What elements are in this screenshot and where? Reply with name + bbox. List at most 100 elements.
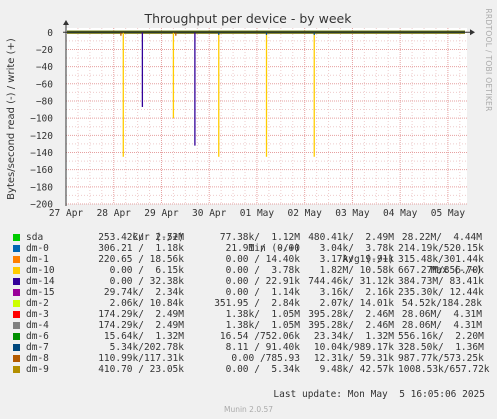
legend-max: 54.52k/184.28k <box>401 298 482 309</box>
legend-row: dm-6 15.64k/ 1.32M 16.54 /752.06k 23.34k/ 1… <box>12 331 492 342</box>
legend-min: 16.54 /752.06k <box>219 331 300 342</box>
legend-swatch <box>13 256 20 263</box>
x-tick-label: 02 May <box>288 208 323 219</box>
x-tick-label: 01 May <box>240 208 275 219</box>
legend-cur: 5.34k/202.78k <box>109 342 184 353</box>
x-tick-label: 04 May <box>383 208 418 219</box>
legend-row: dm-7 5.34k/202.78k 8.11 / 91.40k 10.04k/989… <box>12 342 492 353</box>
legend-swatch <box>13 245 20 252</box>
legend-name: dm-0 <box>26 243 49 254</box>
legend-swatch <box>13 278 20 285</box>
y-tick-label: −60 <box>36 79 53 90</box>
legend-cur: 306.21 / 1.18k <box>98 243 184 254</box>
legend-row: dm-2 2.06k/ 10.84k 351.95 / 2.84k 2.07k/ 14… <box>12 298 492 309</box>
legend-min: 0.00 / 1.14k <box>225 287 300 298</box>
x-tick-label: 27 Apr <box>49 208 84 219</box>
legend-cur: 110.99k/117.31k <box>98 353 184 364</box>
legend-avg: 3.16k/ 2.16k <box>319 287 394 298</box>
y-axis-label: Bytes/second read (-) / write (+) <box>6 38 17 200</box>
legend-cur: 253.42k/ 2.52M <box>98 232 184 243</box>
y-tick-label: 0 <box>47 28 53 39</box>
y-tick-label: −40 <box>36 62 53 73</box>
legend-avg: 395.28k/ 2.46M <box>308 309 394 320</box>
y-tick-label: −20 <box>36 45 53 56</box>
legend-name: dm-7 <box>26 342 49 353</box>
legend-max: 28.06M/ 4.31M <box>401 309 482 320</box>
legend-min: 0.00 / 5.34k <box>225 364 300 375</box>
legend-name: dm-1 <box>26 254 49 265</box>
legend-avg: 2.07k/ 14.01k <box>319 298 394 309</box>
legend-max: 1008.53k/657.72k <box>398 364 490 375</box>
x-tick-label: 03 May <box>335 208 370 219</box>
legend-min: 1.38k/ 1.05M <box>225 309 300 320</box>
legend-name: dm-15 <box>26 287 55 298</box>
legend-name: dm-2 <box>26 298 49 309</box>
legend-name: dm-4 <box>26 320 49 331</box>
legend-row: dm-15 29.74k/ 2.34k 0.00 / 1.14k 3.16k/ 2.1… <box>12 287 492 298</box>
rrdtool-side-label: RRDTOOL / TOBI OETIKER <box>484 8 493 111</box>
legend-row: dm-0 306.21 / 1.18k 21.91 / 0.00 3.04k/ 3.7… <box>12 243 492 254</box>
legend-row: dm-3 174.29k/ 2.49M 1.38k/ 1.05M 395.28k/ 2… <box>12 309 492 320</box>
legend-row: dm-8 110.99k/117.31k 0.00 /785.93 12.31k/ 5… <box>12 353 492 364</box>
legend-min: 0.00 / 22.91k <box>225 276 300 287</box>
legend-max: 315.48k/301.44k <box>398 254 484 265</box>
legend-avg: 1.82M/ 10.58k <box>319 265 394 276</box>
legend-swatch <box>13 355 20 362</box>
legend-name: dm-8 <box>26 353 49 364</box>
legend-min: 0.00 / 14.40k <box>225 254 300 265</box>
y-tick-label: −180 <box>30 182 53 193</box>
x-tick-label: 05 May <box>431 208 466 219</box>
y-tick-label: −160 <box>30 165 53 176</box>
legend-row: dm-9 410.70 / 23.05k 0.00 / 5.34k 9.48k/ 42… <box>12 364 492 375</box>
legend-row: dm-4 174.29k/ 2.49M 1.38k/ 1.05M 395.28k/ 2… <box>12 320 492 331</box>
legend-avg: 744.46k/ 31.12k <box>308 276 394 287</box>
legend-avg: 3.17k/ 19.91k <box>319 254 394 265</box>
legend-swatch <box>13 322 20 329</box>
legend-cur: 174.29k/ 2.49M <box>98 309 184 320</box>
x-axis-arrow <box>470 29 475 36</box>
legend-row: dm-1 220.65 / 18.56k 0.00 / 14.40k 3.17k/ 1… <box>12 254 492 265</box>
y-tick-label: −120 <box>30 131 53 142</box>
chart-title: Throughput per device - by week <box>144 11 353 26</box>
legend-cur: 220.65 / 18.56k <box>98 254 184 265</box>
legend-avg: 395.28k/ 2.46M <box>308 320 394 331</box>
y-tick-label: −140 <box>30 148 53 159</box>
legend-min: 21.91 / 0.00 <box>225 243 300 254</box>
legend-max: 28.06M/ 4.31M <box>401 320 482 331</box>
legend-avg: 3.04k/ 3.78k <box>319 243 394 254</box>
legend-max: 556.16k/ 2.20M <box>398 331 484 342</box>
y-tick-label: −80 <box>36 96 53 107</box>
legend-name: sda <box>26 232 44 243</box>
legend-max: 235.30k/ 12.44k <box>398 287 484 298</box>
legend-min: 0.00 /785.93 <box>231 353 300 364</box>
legend-name: dm-3 <box>26 309 49 320</box>
legend-name: dm-9 <box>26 364 49 375</box>
legend-name: dm-14 <box>26 276 55 287</box>
legend-cur: 15.64k/ 1.32M <box>103 331 184 342</box>
legend-max: 328.50k/ 1.36M <box>398 342 484 353</box>
legend-cur: 0.00 / 6.15k <box>109 265 184 276</box>
legend-max: 384.73M/ 83.41k <box>398 276 484 287</box>
x-tick-label: 28 Apr <box>97 208 132 219</box>
x-tick-label: 30 Apr <box>192 208 227 219</box>
legend-cur: 29.74k/ 2.34k <box>103 287 184 298</box>
legend-cur: 0.00 / 32.38k <box>109 276 184 287</box>
last-update: Last update: Mon May 5 16:05:06 2025 <box>273 389 485 400</box>
legend-swatch <box>13 289 20 296</box>
legend-avg: 23.34k/ 1.32M <box>313 331 394 342</box>
legend-min: 8.11 / 91.40k <box>225 342 300 353</box>
legend-row: dm-10 0.00 / 6.15k 0.00 / 3.78k 1.82M/ 10.5… <box>12 265 492 276</box>
legend-swatch <box>13 267 20 274</box>
y-tick-label: −100 <box>30 114 53 125</box>
legend-avg: 9.48k/ 42.57k <box>319 364 394 375</box>
legend-avg: 480.41k/ 2.49M <box>308 232 394 243</box>
legend-cur: 174.29k/ 2.49M <box>98 320 184 331</box>
legend-avg: 10.04k/989.17k <box>313 342 394 353</box>
legend-min: 1.38k/ 1.05M <box>225 320 300 331</box>
legend-name: dm-6 <box>26 331 49 342</box>
legend-name: dm-10 <box>26 265 55 276</box>
legend-swatch <box>13 366 20 373</box>
legend-header: Cur (-/+) Min (-/+) Avg (-/+) Max (-/+) <box>12 221 492 276</box>
legend-row: sda 253.42k/ 2.52M 77.38k/ 1.12M 480.41k/ 2… <box>12 232 492 243</box>
legend-rows: sda 253.42k/ 2.52M 77.38k/ 1.12M 480.41k/ 2… <box>12 232 492 375</box>
